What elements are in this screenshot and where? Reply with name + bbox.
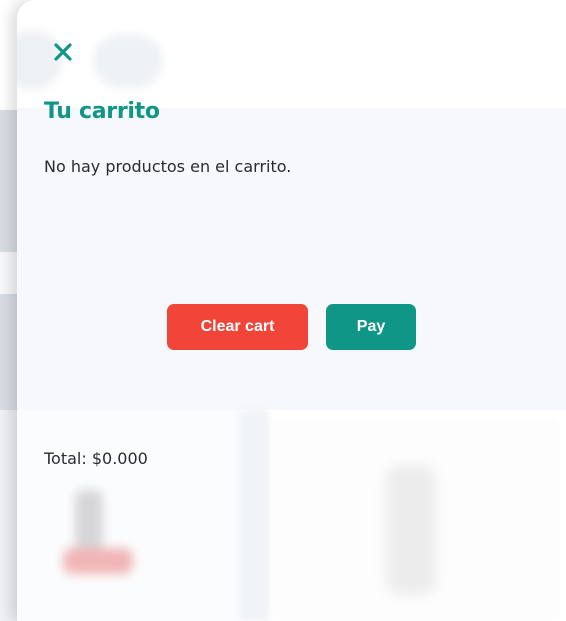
close-button[interactable]: [50, 39, 76, 65]
blurred-product-image: [57, 490, 137, 600]
cart-drawer: Tu carrito No hay productos en el carrit…: [17, 0, 566, 621]
cart-title: Tu carrito: [44, 99, 160, 124]
blurred-product-area: [17, 410, 566, 621]
backdrop-divider: [0, 252, 18, 294]
close-icon: [54, 43, 72, 61]
blurred-backdrop-shape: [93, 34, 163, 88]
blurred-product-image: [372, 465, 452, 605]
clear-cart-button[interactable]: Clear cart: [167, 304, 308, 350]
blurred-gap: [239, 410, 269, 621]
pay-button[interactable]: Pay: [326, 304, 416, 350]
cart-total: Total: $0.000: [44, 449, 148, 468]
empty-cart-message: No hay productos en el carrito.: [44, 157, 292, 176]
